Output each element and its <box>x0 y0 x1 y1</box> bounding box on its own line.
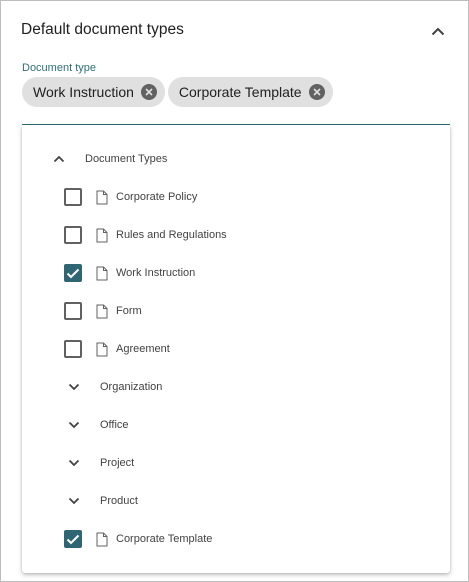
tree-item-form[interactable]: Form <box>22 292 450 330</box>
tree-item-label: Agreement <box>116 343 170 355</box>
checkmark-icon <box>66 534 80 544</box>
document-icon <box>96 228 108 243</box>
checkbox[interactable] <box>64 188 82 206</box>
tree-node-label: Product <box>100 495 138 507</box>
chip-corporate-template[interactable]: Corporate Template <box>167 77 333 107</box>
chevron-up-icon[interactable] <box>427 20 449 42</box>
tree-node-office[interactable]: Office <box>22 406 450 444</box>
chip-label: Corporate Template <box>178 84 302 100</box>
cancel-circle-icon[interactable] <box>140 84 157 100</box>
tree-node-product[interactable]: Product <box>22 482 450 520</box>
tree-node-label: Organization <box>100 381 163 393</box>
document-icon <box>96 266 108 281</box>
document-icon <box>96 342 108 357</box>
checkbox-checked[interactable] <box>64 264 82 282</box>
tree-node-project[interactable]: Project <box>22 444 450 482</box>
checkmark-icon <box>66 268 80 278</box>
document-type-label: Document type <box>22 62 96 74</box>
tree-node-label: Document Types <box>85 153 168 165</box>
checkbox[interactable] <box>64 302 82 320</box>
chip-list: Work Instruction Corporate Template <box>22 77 333 107</box>
checkbox[interactable] <box>64 226 82 244</box>
panel-header[interactable]: Default document types <box>1 1 468 59</box>
tree-item-rules-and-regulations[interactable]: Rules and Regulations <box>22 216 450 254</box>
chevron-down-icon[interactable] <box>67 494 81 508</box>
panel-title: Default document types <box>21 21 184 38</box>
tree-item-label: Corporate Template <box>116 533 213 545</box>
document-icon <box>96 190 108 205</box>
document-type-tree-dropdown: Document Types Corporate Policy Rules an… <box>22 125 450 573</box>
tree-item-corporate-template[interactable]: Corporate Template <box>22 520 450 558</box>
checkbox-checked[interactable] <box>64 530 82 548</box>
cancel-circle-icon[interactable] <box>308 84 325 100</box>
tree-node-document-types[interactable]: Document Types <box>22 140 450 178</box>
tree-item-work-instruction[interactable]: Work Instruction <box>22 254 450 292</box>
chevron-down-icon[interactable] <box>67 380 81 394</box>
default-document-types-panel: Default document types Document type Wor… <box>0 0 469 582</box>
chevron-down-icon[interactable] <box>67 456 81 470</box>
document-icon <box>96 304 108 319</box>
tree-node-label: Office <box>100 419 129 431</box>
tree-item-label: Rules and Regulations <box>116 229 227 241</box>
document-icon <box>96 532 108 547</box>
tree-node-label: Project <box>100 457 135 469</box>
tree-item-label: Form <box>116 305 142 317</box>
chevron-down-icon[interactable] <box>67 418 81 432</box>
chevron-up-icon[interactable] <box>52 152 66 166</box>
chip-work-instruction[interactable]: Work Instruction <box>22 77 165 107</box>
tree-item-agreement[interactable]: Agreement <box>22 330 450 368</box>
tree-item-corporate-policy[interactable]: Corporate Policy <box>22 178 450 216</box>
tree-item-label: Work Instruction <box>116 267 196 279</box>
chip-label: Work Instruction <box>33 84 134 100</box>
checkbox[interactable] <box>64 340 82 358</box>
tree-node-organization[interactable]: Organization <box>22 368 450 406</box>
tree-item-label: Corporate Policy <box>116 191 198 203</box>
